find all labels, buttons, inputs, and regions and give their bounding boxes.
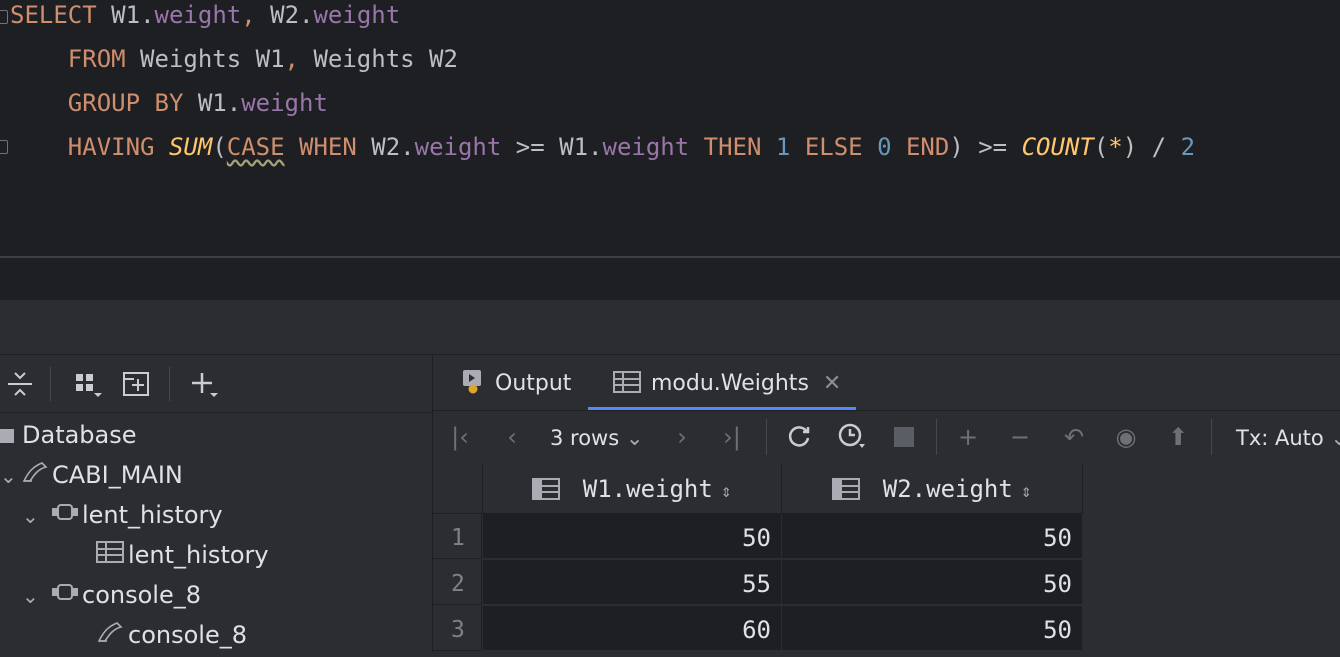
sql-editor[interactable]: SELECT W1.weight, W2.weight FROM Weights… [0, 0, 1340, 258]
code-line-1: SELECT W1.weight, W2.weight [10, 1, 401, 29]
column-header-label: W1.weight [582, 475, 713, 503]
code-line-3: GROUP BY W1.weight [67, 89, 328, 117]
chevron-down-icon[interactable]: ⌄ [22, 576, 48, 616]
rows-count-label: 3 rows [550, 426, 620, 450]
tab-modu-weights[interactable]: modu.Weights ✕ [613, 355, 841, 410]
previous-page-icon[interactable]: ‹ [495, 421, 529, 453]
revert-icon[interactable]: ↶ [1057, 421, 1091, 453]
database-explorer: Database ⌄ CABI_MAIN ⌄ lent_history lent… [0, 355, 433, 652]
new-console-icon[interactable] [120, 369, 152, 399]
datasource-icon [18, 457, 52, 497]
tab-label: modu.Weights [651, 371, 809, 396]
table-cell-w1[interactable]: 55 [483, 560, 782, 605]
code-line-4: HAVING SUM(CASE WHEN W2.weight >= W1.wei… [67, 133, 1196, 161]
last-page-icon[interactable]: ›| [715, 421, 749, 453]
output-icon [461, 355, 485, 413]
column-header-w1-weight[interactable]: W1.weight ⇕ [483, 463, 782, 514]
submit-icon[interactable]: ⬆ [1161, 421, 1195, 453]
table-cell-w1[interactable]: 50 [483, 514, 782, 559]
row-number-header [433, 463, 483, 514]
row-number[interactable]: 1 [433, 514, 482, 559]
table-cell-w2[interactable]: 50 [782, 514, 1083, 559]
tree-item-table-lent-history[interactable]: lent_history [92, 535, 269, 575]
table-icon [613, 355, 641, 413]
tree-item-database[interactable]: Database [0, 415, 137, 455]
refresh-icon[interactable] [782, 421, 816, 453]
code-line-2: FROM Weights W1, Weights W2 [67, 45, 458, 73]
transaction-mode-dropdown[interactable]: Tx: Auto ⌄ [1236, 421, 1340, 453]
chevron-down-icon[interactable]: ⌄ [22, 496, 48, 536]
grid-view-icon[interactable] [74, 369, 104, 399]
delete-row-icon[interactable]: − [1003, 421, 1037, 453]
sort-icon[interactable]: ⇕ [721, 481, 732, 502]
column-icon [532, 475, 574, 503]
close-icon[interactable]: ✕ [823, 371, 841, 396]
chevron-down-icon[interactable]: ⌄ [0, 456, 18, 496]
tree-item-label: console_8 [128, 621, 247, 649]
tab-output[interactable]: Output [461, 355, 571, 410]
tree-item-label: CABI_MAIN [52, 461, 183, 489]
tab-label: Output [495, 371, 572, 396]
results-tabs: Output modu.Weights ✕ [433, 355, 1340, 411]
database-root-icon [0, 429, 14, 443]
row-number[interactable]: 3 [433, 606, 482, 651]
add-icon[interactable] [190, 369, 222, 399]
table-icon [92, 537, 128, 577]
column-header-label: W2.weight [882, 475, 1013, 503]
chevron-down-icon: ⌄ [1330, 426, 1340, 450]
tree-item-console-8[interactable]: console_8 [92, 615, 247, 655]
table-cell-w2[interactable]: 50 [782, 560, 1083, 605]
session-icon [48, 497, 82, 537]
history-icon[interactable] [835, 421, 869, 453]
tree-item-session-console-8[interactable]: ⌄ console_8 [22, 575, 201, 615]
tool-window-header [0, 300, 1340, 355]
tree-item-label: Database [22, 421, 137, 449]
tree-item-session-lent-history[interactable]: ⌄ lent_history [22, 495, 223, 535]
table-cell-w2[interactable]: 50 [782, 606, 1083, 651]
session-icon [48, 577, 82, 617]
tree-item-label: lent_history [128, 541, 269, 569]
column-icon [832, 475, 874, 503]
first-page-icon[interactable]: |‹ [443, 421, 477, 453]
row-number[interactable]: 2 [433, 560, 482, 605]
table-cell-w1[interactable]: 60 [483, 606, 782, 651]
results-panel: Output modu.Weights ✕ |‹ ‹ 3 rows ⌄ › ›| … [433, 355, 1340, 652]
editor-bottom-strip [0, 258, 1340, 300]
fold-marker-icon[interactable] [0, 140, 8, 154]
fold-marker-icon[interactable] [0, 10, 8, 24]
tree-item-label: console_8 [82, 581, 201, 609]
active-tab-indicator [588, 407, 856, 410]
add-row-icon[interactable]: + [951, 421, 985, 453]
transaction-mode-label: Tx: Auto [1236, 426, 1324, 450]
preview-changes-icon[interactable]: ◉ [1109, 421, 1143, 453]
tree-item-cabi-main[interactable]: ⌄ CABI_MAIN [0, 455, 183, 495]
stop-icon[interactable] [887, 421, 921, 453]
column-header-w2-weight[interactable]: W2.weight ⇕ [782, 463, 1083, 514]
sort-icon[interactable]: ⇕ [1021, 481, 1032, 502]
next-page-icon[interactable]: › [665, 421, 699, 453]
results-toolbar: |‹ ‹ 3 rows ⌄ › ›| + − ↶ ◉ ⬆ Tx: Auto ⌄ [433, 411, 1340, 463]
explorer-toolbar [0, 355, 432, 413]
chevron-down-icon: ⌄ [625, 426, 644, 450]
rows-count-dropdown[interactable]: 3 rows ⌄ [550, 421, 643, 453]
collapse-all-icon[interactable] [6, 369, 34, 399]
tree-item-label: lent_history [82, 501, 223, 529]
console-icon [92, 617, 128, 657]
